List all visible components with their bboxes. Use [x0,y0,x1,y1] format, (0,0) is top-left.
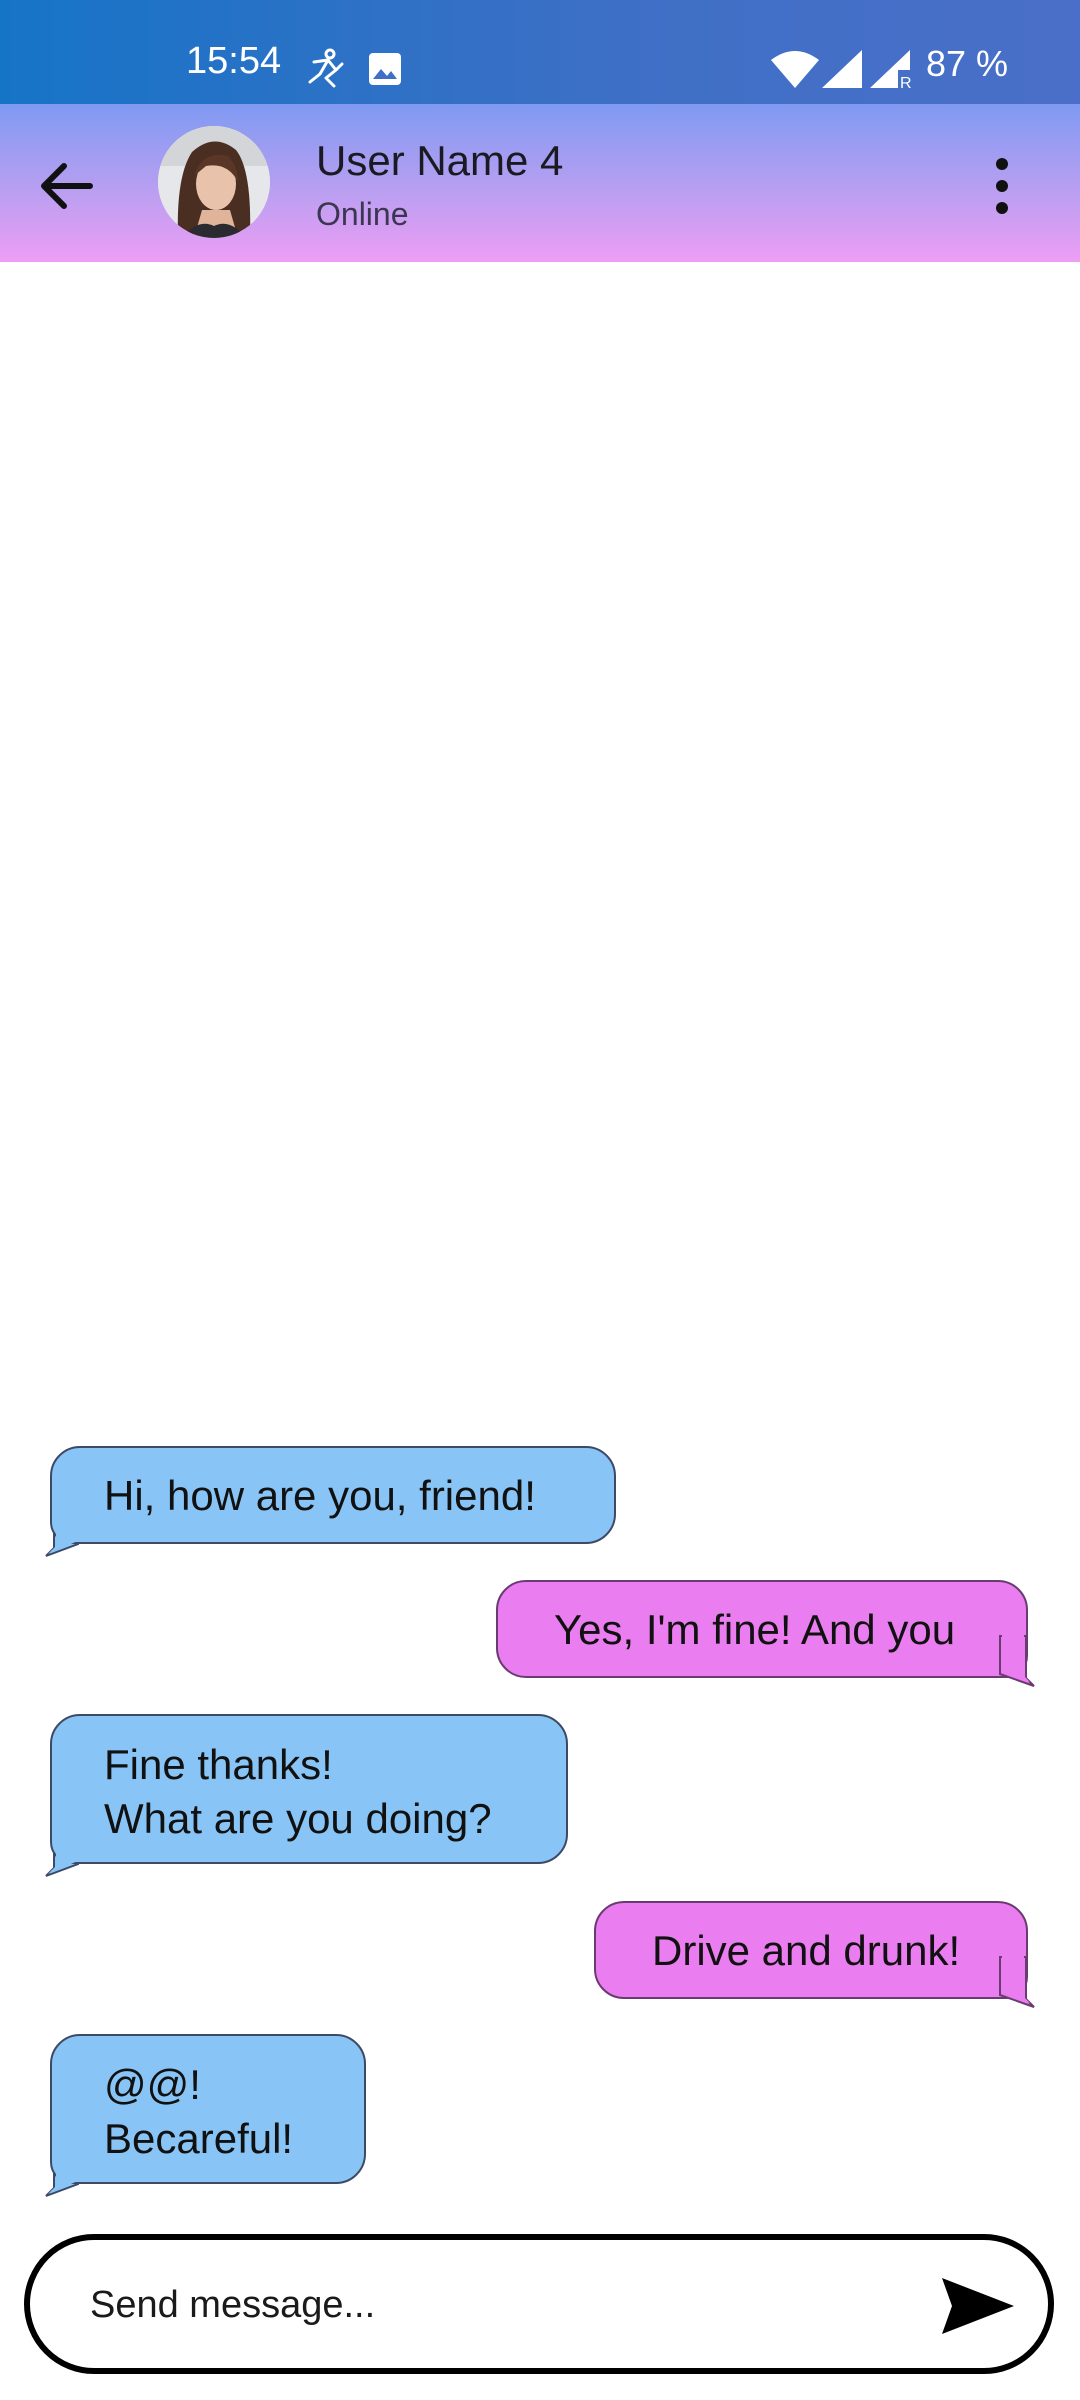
message-text: Fine thanks! What are you doing? [104,1741,492,1842]
chat-screen: 15:54 R 87 % User Name 4 Online Hi, how … [0,0,1080,2400]
image-icon [369,53,401,85]
send-button[interactable] [936,2270,1020,2342]
contact-status: Online [316,196,409,232]
signal-icon [822,50,862,88]
bubble-tail [999,1634,1035,1687]
svg-text:R: R [900,75,912,90]
accessibility-icon [308,48,344,88]
message-text: @@! Becareful! [104,2061,294,2162]
status-bar: 15:54 R 87 % [0,0,1080,104]
bubble-tail [999,1955,1035,2008]
bubble-tail-fill [48,2144,80,2194]
back-button[interactable] [28,146,108,226]
message-input[interactable] [90,2274,890,2336]
wifi-icon [771,51,819,88]
overflow-menu-button[interactable] [976,150,1028,222]
send-icon [942,2278,1014,2334]
signal-roaming-icon: R [870,50,912,90]
avatar-image [158,126,270,238]
status-time: 15:54 [186,40,282,82]
message-composer [24,2234,1054,2374]
message-text: Yes, I'm fine! And you [554,1606,956,1653]
bubble-tail-fill [48,1504,80,1554]
arrow-left-icon [41,163,93,209]
contact-name: User Name 4 [316,137,564,184]
message-text: Hi, how are you, friend! [104,1472,536,1519]
battery-level: 87 % [926,43,1009,84]
more-vert-icon [996,158,1008,214]
message-text: Drive and drunk! [652,1927,961,1974]
avatar[interactable] [158,126,270,238]
bubble-tail-fill [48,1824,80,1874]
chat-header: User Name 4 Online [0,104,1080,262]
